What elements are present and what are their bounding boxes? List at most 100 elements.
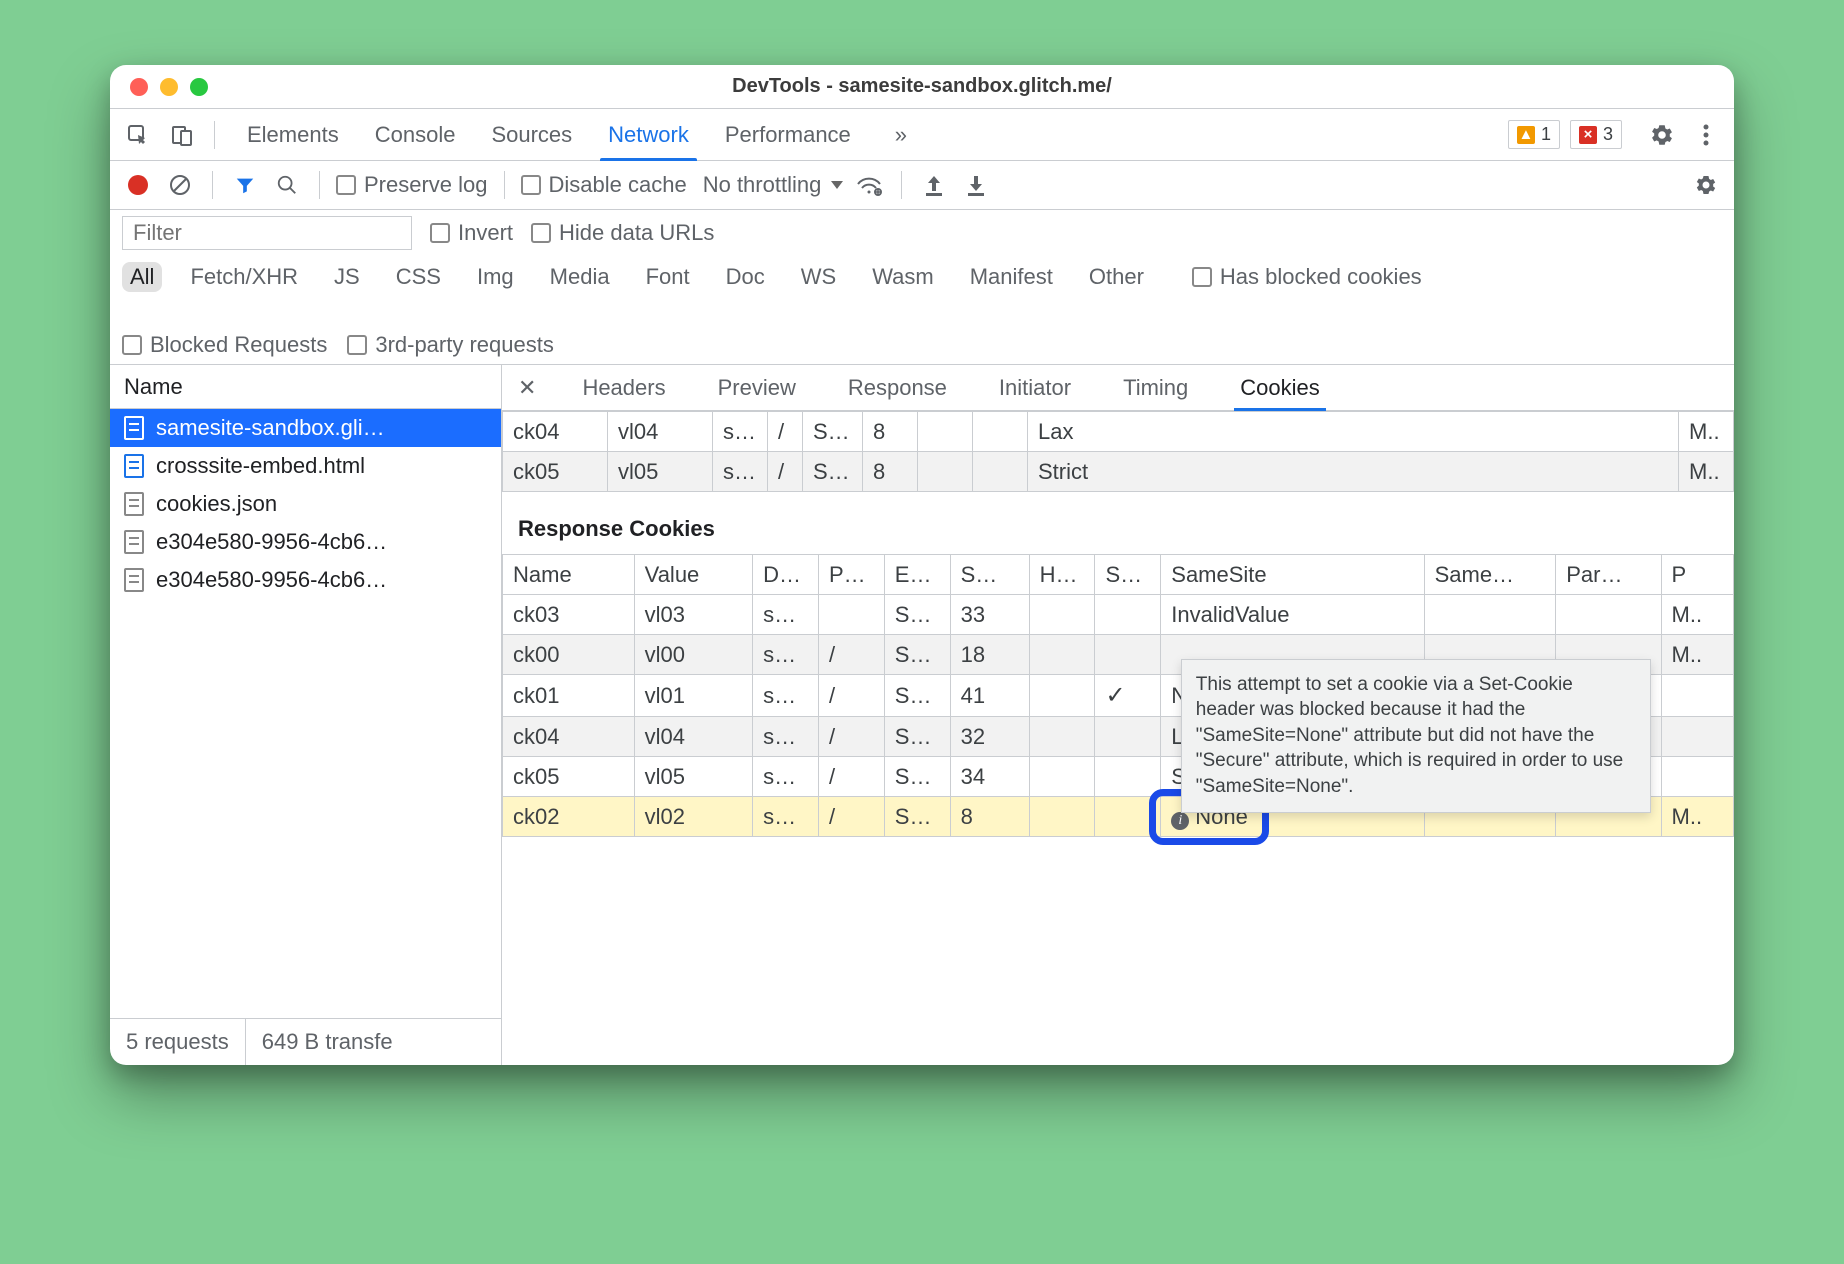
- column-header[interactable]: Par…: [1556, 555, 1661, 595]
- blocked-requests-checkbox[interactable]: Blocked Requests: [122, 332, 327, 358]
- main-tab-console[interactable]: Console: [357, 109, 474, 160]
- preserve-log-checkbox[interactable]: Preserve log: [336, 172, 488, 198]
- requests-count: 5 requests: [110, 1019, 246, 1065]
- type-filter-font[interactable]: Font: [638, 262, 698, 292]
- clear-button[interactable]: [164, 169, 196, 201]
- disable-cache-checkbox[interactable]: Disable cache: [521, 172, 687, 198]
- type-filter-css[interactable]: CSS: [388, 262, 449, 292]
- type-filter-fetch-xhr[interactable]: Fetch/XHR: [182, 262, 306, 292]
- column-header[interactable]: D…: [753, 555, 819, 595]
- main-tab-sources[interactable]: Sources: [473, 109, 590, 160]
- column-header[interactable]: P…: [818, 555, 884, 595]
- request-row[interactable]: samesite-sandbox.gli…: [110, 409, 501, 447]
- detail-tab-response[interactable]: Response: [842, 365, 953, 410]
- has-blocked-cookies-checkbox[interactable]: Has blocked cookies: [1192, 264, 1422, 290]
- third-party-checkbox[interactable]: 3rd-party requests: [347, 332, 554, 358]
- request-name: e304e580-9956-4cb6…: [156, 529, 387, 555]
- warnings-badge[interactable]: ▲ 1: [1508, 120, 1560, 149]
- requests-header-name[interactable]: Name: [110, 365, 501, 409]
- main-tab-network[interactable]: Network: [590, 109, 707, 160]
- search-icon[interactable]: [271, 169, 303, 201]
- request-row[interactable]: e304e580-9956-4cb6…: [110, 561, 501, 599]
- warning-icon: ▲: [1517, 126, 1535, 144]
- window-controls: [110, 78, 208, 96]
- detail-panel: ✕ Headers Preview Response Initiator Timing C…: [502, 365, 1734, 1065]
- column-header[interactable]: Name: [503, 555, 635, 595]
- titlebar: DevTools - samesite-sandbox.glitch.me/: [110, 65, 1734, 109]
- file-icon: [124, 492, 144, 516]
- request-name: crosssite-embed.html: [156, 453, 365, 479]
- separator: [214, 121, 215, 149]
- column-header[interactable]: P: [1661, 555, 1733, 595]
- request-row[interactable]: e304e580-9956-4cb6…: [110, 523, 501, 561]
- type-filter-all[interactable]: All: [122, 262, 162, 292]
- filter-icon[interactable]: [229, 169, 261, 201]
- close-window-button[interactable]: [130, 78, 148, 96]
- separator: [212, 171, 213, 199]
- cookie-row[interactable]: ck03vl03s…S…33InvalidValueM..: [503, 595, 1734, 635]
- request-name: cookies.json: [156, 491, 277, 517]
- maximize-window-button[interactable]: [190, 78, 208, 96]
- request-row[interactable]: cookies.json: [110, 485, 501, 523]
- detail-tab-preview[interactable]: Preview: [712, 365, 802, 410]
- column-header[interactable]: Value: [634, 555, 752, 595]
- throttling-select[interactable]: No throttling: [703, 172, 844, 198]
- type-filter-other[interactable]: Other: [1081, 262, 1152, 292]
- request-name: e304e580-9956-4cb6…: [156, 567, 387, 593]
- filter-input[interactable]: [122, 216, 412, 250]
- errors-badge[interactable]: × 3: [1570, 120, 1622, 149]
- cookie-blocked-tooltip: This attempt to set a cookie via a Set-C…: [1181, 659, 1651, 813]
- hide-data-urls-checkbox[interactable]: Hide data URLs: [531, 220, 714, 246]
- network-settings-gear-icon[interactable]: [1690, 169, 1722, 201]
- close-detail-icon[interactable]: ✕: [518, 375, 536, 401]
- cookies-panel: ck04vl04s…/S…8LaxM..ck05vl05s…/S…8Strict…: [502, 411, 1734, 1065]
- inspect-element-icon[interactable]: [120, 117, 156, 153]
- settings-gear-icon[interactable]: [1644, 117, 1680, 153]
- type-filter-doc[interactable]: Doc: [718, 262, 773, 292]
- main-tab-elements[interactable]: Elements: [229, 109, 357, 160]
- main-tabs: ElementsConsoleSourcesNetworkPerformance…: [110, 109, 1734, 161]
- more-tabs-button[interactable]: »: [877, 109, 925, 160]
- column-header[interactable]: SameSite: [1161, 555, 1424, 595]
- file-icon: [124, 568, 144, 592]
- column-header[interactable]: H…: [1029, 555, 1095, 595]
- column-header[interactable]: E…: [884, 555, 950, 595]
- detail-tab-headers[interactable]: Headers: [576, 365, 671, 410]
- type-filter-wasm[interactable]: Wasm: [864, 262, 942, 292]
- main-tab-performance[interactable]: Performance: [707, 109, 869, 160]
- minimize-window-button[interactable]: [160, 78, 178, 96]
- device-toolbar-icon[interactable]: [164, 117, 200, 153]
- cookie-row[interactable]: ck04vl04s…/S…8LaxM..: [503, 412, 1734, 452]
- separator: [319, 171, 320, 199]
- download-har-icon[interactable]: [960, 169, 992, 201]
- filter-row: Invert Hide data URLs: [110, 210, 1734, 256]
- invert-checkbox[interactable]: Invert: [430, 220, 513, 246]
- info-icon: i: [1171, 812, 1189, 830]
- cookie-row[interactable]: ck05vl05s…/S…8StrictM..: [503, 452, 1734, 492]
- resource-type-filters: All Fetch/XHR JS CSS Img Media Font Doc WS Wasm Ma…: [110, 256, 1734, 365]
- column-header[interactable]: Same…: [1424, 555, 1556, 595]
- devtools-window: DevTools - samesite-sandbox.glitch.me/ E…: [110, 65, 1734, 1065]
- type-filter-ws[interactable]: WS: [793, 262, 844, 292]
- error-icon: ×: [1579, 126, 1597, 144]
- document-icon: [124, 416, 144, 440]
- type-filter-js[interactable]: JS: [326, 262, 368, 292]
- type-filter-img[interactable]: Img: [469, 262, 522, 292]
- response-cookies-title: Response Cookies: [502, 492, 1734, 554]
- record-button[interactable]: [122, 169, 154, 201]
- detail-tab-cookies[interactable]: Cookies: [1234, 365, 1325, 410]
- request-row[interactable]: crosssite-embed.html: [110, 447, 501, 485]
- warnings-count: 1: [1541, 124, 1551, 145]
- transfer-size: 649 B transfe: [246, 1019, 501, 1065]
- detail-tab-timing[interactable]: Timing: [1117, 365, 1194, 410]
- upload-har-icon[interactable]: [918, 169, 950, 201]
- request-name: samesite-sandbox.gli…: [156, 415, 385, 441]
- type-filter-manifest[interactable]: Manifest: [962, 262, 1061, 292]
- kebab-menu-icon[interactable]: [1688, 117, 1724, 153]
- type-filter-media[interactable]: Media: [542, 262, 618, 292]
- column-header[interactable]: S…: [1095, 555, 1161, 595]
- detail-tab-initiator[interactable]: Initiator: [993, 365, 1077, 410]
- network-conditions-icon[interactable]: [853, 169, 885, 201]
- file-icon: [124, 530, 144, 554]
- column-header[interactable]: S…: [950, 555, 1029, 595]
